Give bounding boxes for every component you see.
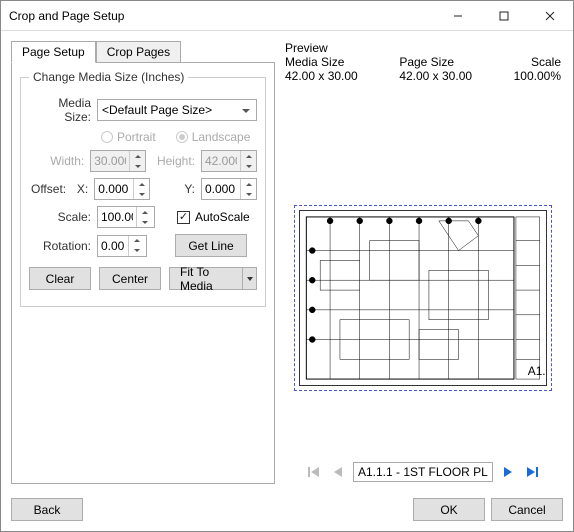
tab-panel: Change Media Size (Inches) Media Size: <… bbox=[11, 62, 275, 484]
prev-page-icon[interactable] bbox=[329, 463, 347, 481]
right-pane: Preview Media Size 42.00 x 30.00 Page Si… bbox=[283, 41, 563, 484]
back-button[interactable]: Back bbox=[11, 498, 83, 521]
rotation-label: Rotation: bbox=[29, 239, 91, 253]
preview-page: A1.1 bbox=[299, 210, 547, 386]
width-label: Width: bbox=[29, 154, 84, 168]
tabs: Page Setup Crop Pages bbox=[11, 41, 275, 63]
first-page-icon[interactable] bbox=[305, 463, 323, 481]
last-page-icon[interactable] bbox=[523, 463, 541, 481]
scale-input[interactable] bbox=[97, 206, 155, 228]
height-label: Height: bbox=[152, 154, 195, 168]
width-input bbox=[90, 150, 146, 172]
preview-scale-value: 100.00% bbox=[514, 69, 561, 83]
tab-page-setup[interactable]: Page Setup bbox=[11, 41, 96, 63]
preview-page-size-value: 42.00 x 30.00 bbox=[399, 69, 472, 83]
center-button[interactable]: Center bbox=[99, 267, 161, 290]
cancel-button[interactable]: Cancel bbox=[491, 498, 563, 521]
scale-label: Scale: bbox=[29, 210, 91, 224]
preview-media-size-value: 42.00 x 30.00 bbox=[285, 69, 358, 83]
svg-text:A1.1: A1.1 bbox=[528, 364, 546, 378]
offset-label: Offset: bbox=[29, 182, 66, 196]
preview-media-size-label: Media Size bbox=[285, 55, 358, 69]
maximize-button[interactable] bbox=[481, 1, 527, 31]
landscape-radio: Landscape bbox=[176, 130, 251, 144]
fit-to-media-button[interactable]: Fit To Media bbox=[169, 267, 257, 290]
footer: Back OK Cancel bbox=[1, 490, 573, 531]
preview-scale-label: Scale bbox=[514, 55, 561, 69]
preview-page-size-label: Page Size bbox=[399, 55, 472, 69]
next-page-icon[interactable] bbox=[499, 463, 517, 481]
preview-selection[interactable]: A1.1 bbox=[294, 205, 552, 391]
dialog-window: Crop and Page Setup Page Setup Crop Page… bbox=[0, 0, 574, 532]
preview-header: Preview Media Size 42.00 x 30.00 Page Si… bbox=[283, 41, 563, 85]
ok-button[interactable]: OK bbox=[413, 498, 485, 521]
fieldset-legend: Change Media Size (Inches) bbox=[29, 70, 188, 84]
left-pane: Page Setup Crop Pages Change Media Size … bbox=[11, 41, 275, 484]
offset-y-input[interactable] bbox=[201, 178, 257, 200]
preview-title: Preview bbox=[285, 41, 358, 55]
titlebar-buttons bbox=[435, 1, 573, 31]
autoscale-checkbox[interactable]: AutoScale bbox=[177, 210, 250, 224]
titlebar: Crop and Page Setup bbox=[1, 1, 573, 31]
media-size-value: <Default Page Size> bbox=[102, 103, 212, 117]
offset-x-input[interactable] bbox=[94, 178, 150, 200]
page-nav: A1.1.1 - 1ST FLOOR PL bbox=[283, 454, 563, 484]
media-size-label: Media Size: bbox=[29, 96, 91, 124]
y-label: Y: bbox=[156, 182, 195, 196]
window-title: Crop and Page Setup bbox=[9, 9, 435, 23]
height-input bbox=[201, 150, 257, 172]
rotation-input[interactable] bbox=[97, 235, 147, 257]
tab-crop-pages[interactable]: Crop Pages bbox=[96, 41, 181, 63]
clear-button[interactable]: Clear bbox=[29, 267, 91, 290]
page-name-field[interactable]: A1.1.1 - 1ST FLOOR PL bbox=[353, 462, 493, 482]
x-label: X: bbox=[72, 182, 88, 196]
chevron-down-icon[interactable] bbox=[242, 268, 256, 289]
media-size-combo[interactable]: <Default Page Size> bbox=[97, 99, 257, 121]
content-area: Page Setup Crop Pages Change Media Size … bbox=[1, 31, 573, 490]
get-line-button[interactable]: Get Line bbox=[175, 234, 247, 257]
media-size-fieldset: Change Media Size (Inches) Media Size: <… bbox=[20, 77, 266, 307]
portrait-radio: Portrait bbox=[101, 130, 156, 144]
minimize-button[interactable] bbox=[435, 1, 481, 31]
close-button[interactable] bbox=[527, 1, 573, 31]
